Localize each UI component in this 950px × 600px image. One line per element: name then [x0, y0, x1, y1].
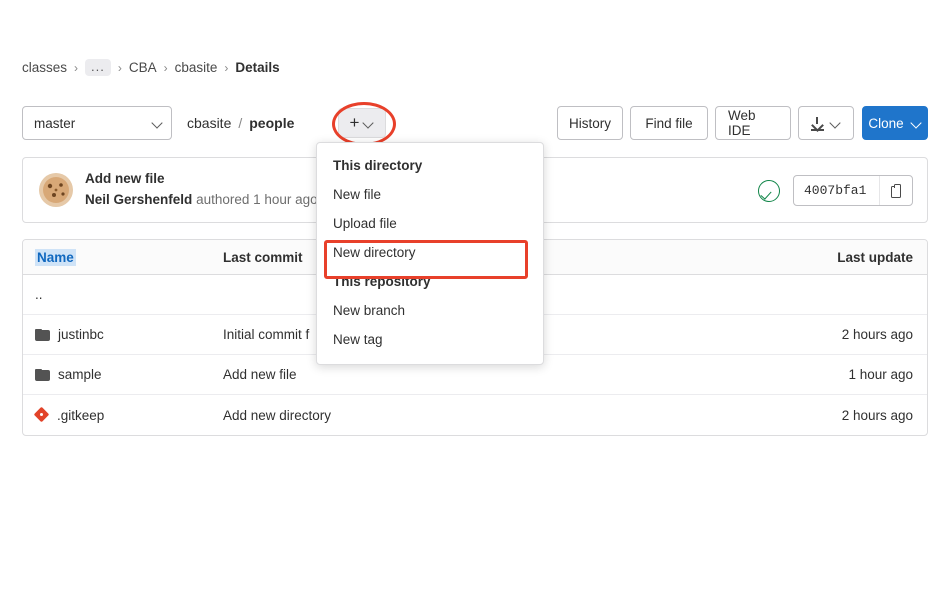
gitkeep-icon [33, 406, 50, 423]
table-row[interactable]: .gitkeep Add new directory 2 hours ago [23, 395, 927, 435]
path-breadcrumb: cbasite / people [187, 106, 294, 140]
commit-sha[interactable]: 4007bfa1 [794, 183, 879, 198]
gitlab-repository-page: classes › ... › CBA › cbasite › Details … [0, 0, 950, 600]
breadcrumb-separator-1: › [74, 60, 79, 75]
plus-icon: + [349, 113, 360, 132]
commit-timestamp: 1 hour ago [253, 192, 318, 207]
breadcrumb-separator-3: › [163, 60, 168, 75]
file-name-link[interactable]: justinbc [58, 327, 104, 342]
commit-author[interactable]: Neil Gershenfeld [85, 192, 192, 207]
column-header-name-label: Name [35, 248, 76, 266]
commit-sha-box: 4007bfa1 [793, 175, 913, 206]
last-update-cell: 2 hours ago [841, 407, 913, 423]
file-name-cell[interactable]: sample [23, 367, 223, 382]
column-header-last-update: Last update [837, 249, 913, 265]
pipeline-success-icon[interactable] [758, 180, 780, 202]
breadcrumb-item-cba[interactable]: CBA [129, 60, 157, 75]
add-to-repo-dropdown-menu: This directory New file Upload file New … [316, 142, 544, 365]
chevron-down-icon [831, 118, 841, 128]
path-segment-repo[interactable]: cbasite [187, 115, 231, 131]
clone-button-label: Clone [868, 115, 904, 131]
history-button-label: History [569, 115, 612, 131]
file-name-link[interactable]: .gitkeep [57, 408, 104, 423]
chevron-down-icon [364, 118, 374, 128]
menu-item-new-directory[interactable]: New directory [317, 238, 543, 267]
chevron-down-icon [912, 118, 922, 128]
column-header-name: Name [23, 248, 223, 266]
file-name-cell[interactable]: .gitkeep [23, 406, 223, 423]
menu-item-new-file[interactable]: New file [317, 180, 543, 209]
breadcrumb-item-details[interactable]: Details [235, 60, 279, 75]
path-separator: / [238, 115, 243, 131]
copy-sha-button[interactable] [879, 176, 912, 205]
breadcrumb-separator-4: › [224, 60, 229, 75]
download-icon [811, 116, 824, 131]
folder-icon [35, 368, 50, 381]
repo-toolbar: master cbasite / people + History Find f… [22, 102, 928, 146]
menu-item-new-branch[interactable]: New branch [317, 296, 543, 325]
file-name-cell[interactable]: .. [23, 287, 223, 302]
chevron-down-icon [153, 118, 163, 128]
last-update-cell: 1 hour ago [848, 367, 913, 382]
breadcrumb-ellipsis-button[interactable]: ... [85, 59, 111, 76]
add-to-repo-button[interactable]: + [338, 108, 386, 138]
copy-icon [890, 184, 902, 198]
folder-icon [35, 328, 50, 341]
last-commit-cell[interactable]: Add new file [223, 367, 727, 382]
path-segment-folder[interactable]: people [249, 115, 294, 131]
menu-item-upload-file[interactable]: Upload file [317, 209, 543, 238]
file-name-cell[interactable]: justinbc [23, 327, 223, 342]
breadcrumb-separator-2: › [117, 60, 122, 75]
commit-action: authored [196, 192, 250, 207]
find-file-button[interactable]: Find file [630, 106, 708, 140]
breadcrumb: classes › ... › CBA › cbasite › Details [22, 59, 280, 76]
parent-directory-link[interactable]: .. [35, 287, 43, 302]
file-name-link[interactable]: sample [58, 367, 102, 382]
last-commit-cell[interactable]: Add new directory [223, 408, 727, 423]
web-ide-button[interactable]: Web IDE [715, 106, 791, 140]
commit-meta: Neil Gershenfeld authored 1 hour ago [85, 192, 318, 207]
menu-item-new-tag[interactable]: New tag [317, 325, 543, 354]
menu-group-this-directory: This directory [333, 158, 423, 173]
history-button[interactable]: History [557, 106, 623, 140]
branch-selector-label: master [34, 115, 76, 131]
commit-message[interactable]: Add new file [85, 171, 165, 186]
find-file-button-label: Find file [645, 115, 693, 131]
last-update-cell: 2 hours ago [841, 327, 913, 342]
web-ide-button-label: Web IDE [728, 108, 756, 138]
breadcrumb-item-classes[interactable]: classes [22, 60, 67, 75]
download-button[interactable] [798, 106, 854, 140]
branch-selector[interactable]: master [22, 106, 172, 140]
breadcrumb-item-cbasite[interactable]: cbasite [175, 60, 218, 75]
avatar[interactable] [39, 173, 73, 207]
clone-button[interactable]: Clone [862, 106, 928, 140]
menu-group-this-repository: This repository [333, 274, 431, 289]
